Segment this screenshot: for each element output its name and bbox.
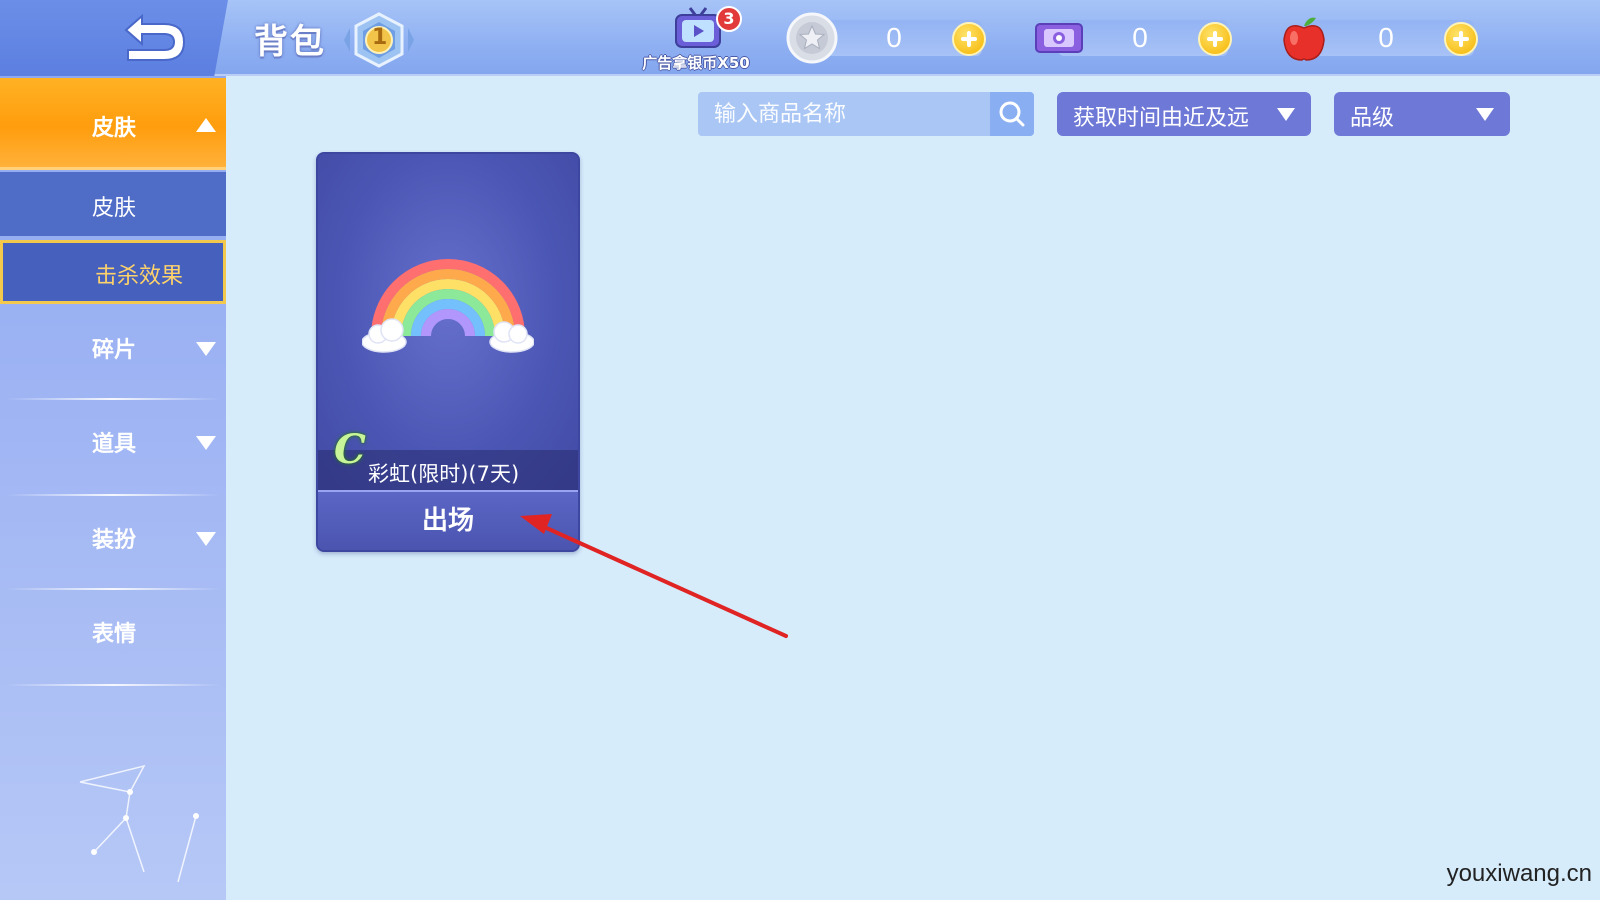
sort-dropdown[interactable]: 获取时间由近及远 — [1057, 92, 1311, 136]
sidebar-item-label: 装扮 — [92, 528, 137, 553]
sort-dropdown-label: 获取时间由近及远 — [1073, 106, 1250, 131]
apple-icon — [1283, 17, 1325, 61]
currency-value: 0 — [1378, 22, 1394, 53]
page-title: 背包 — [254, 22, 326, 62]
sidebar-subitem-label: 皮肤 — [92, 196, 137, 221]
sidebar-item-label: 表情 — [92, 622, 137, 647]
top-bar: 背包 1 3 广告拿银币X50 0 0 0 — [0, 0, 1600, 76]
add-apple-button[interactable] — [1444, 22, 1478, 56]
currency-ticket: 0 — [1032, 18, 1232, 58]
ad-count-badge: 3 — [716, 6, 742, 32]
sidebar-divider — [6, 588, 220, 590]
item-name: 彩虹(限时)(7天) — [368, 462, 520, 486]
sidebar-item-props[interactable]: 道具 — [0, 402, 226, 490]
sidebar-subitem-label: 击杀效果 — [95, 264, 184, 289]
back-arrow-icon — [124, 13, 186, 61]
level-badge: 1 — [344, 12, 414, 68]
chevron-down-icon — [1476, 108, 1494, 121]
sidebar-item-fragments[interactable]: 碎片 — [0, 308, 226, 396]
search-box — [698, 92, 1034, 136]
watch-ad-button[interactable]: 3 广告拿银币X50 — [628, 4, 764, 72]
sidebar-divider — [6, 398, 220, 400]
sidebar-divider — [6, 494, 220, 496]
item-card[interactable]: C 彩虹(限时)(7天) 出场 — [316, 152, 580, 552]
grade-badge: C — [334, 426, 366, 473]
currency-silver: 0 — [786, 12, 986, 64]
constellation-decoration — [79, 764, 199, 883]
rainbow-icon — [362, 259, 534, 353]
search-button[interactable] — [990, 92, 1034, 136]
sidebar-item-skin[interactable]: 皮肤 — [0, 78, 226, 170]
search-input[interactable] — [698, 92, 988, 136]
back-button[interactable] — [112, 12, 190, 64]
chevron-down-icon — [1277, 108, 1295, 121]
sidebar: 皮肤 皮肤 击杀效果 碎片 道具 装扮 表情 — [0, 76, 226, 900]
sidebar-divider — [6, 684, 220, 686]
currency-value: 0 — [886, 22, 902, 53]
currency-value: 0 — [1132, 22, 1148, 53]
deploy-button[interactable]: 出场 — [318, 490, 578, 550]
chevron-down-icon — [196, 342, 216, 356]
sidebar-subitem-skin[interactable]: 皮肤 — [0, 172, 226, 236]
currency-apple: 0 — [1278, 17, 1478, 61]
chevron-up-icon — [196, 118, 216, 132]
sidebar-item-outfit[interactable]: 装扮 — [0, 498, 226, 586]
grade-dropdown-label: 品级 — [1350, 106, 1395, 131]
sidebar-item-label: 碎片 — [92, 338, 137, 363]
grade-dropdown[interactable]: 品级 — [1334, 92, 1510, 136]
sidebar-item-emotes[interactable]: 表情 — [0, 592, 226, 680]
ad-reward-label: 广告拿银币X50 — [642, 54, 750, 72]
search-icon — [999, 101, 1025, 127]
chevron-down-icon — [196, 532, 216, 546]
add-ticket-button[interactable] — [1198, 22, 1232, 56]
level-number: 1 — [372, 25, 388, 50]
add-silver-button[interactable] — [952, 22, 986, 56]
sidebar-item-label: 皮肤 — [92, 116, 137, 141]
sidebar-item-label: 道具 — [92, 432, 137, 457]
silver-coin-icon — [786, 12, 838, 64]
ticket-icon — [1035, 23, 1083, 53]
chevron-down-icon — [196, 436, 216, 450]
sidebar-subitem-kill-effect[interactable]: 击杀效果 — [0, 240, 226, 304]
item-preview: C 彩虹(限时)(7天) — [318, 154, 578, 490]
watermark: youxiwang.cn — [1446, 860, 1592, 887]
